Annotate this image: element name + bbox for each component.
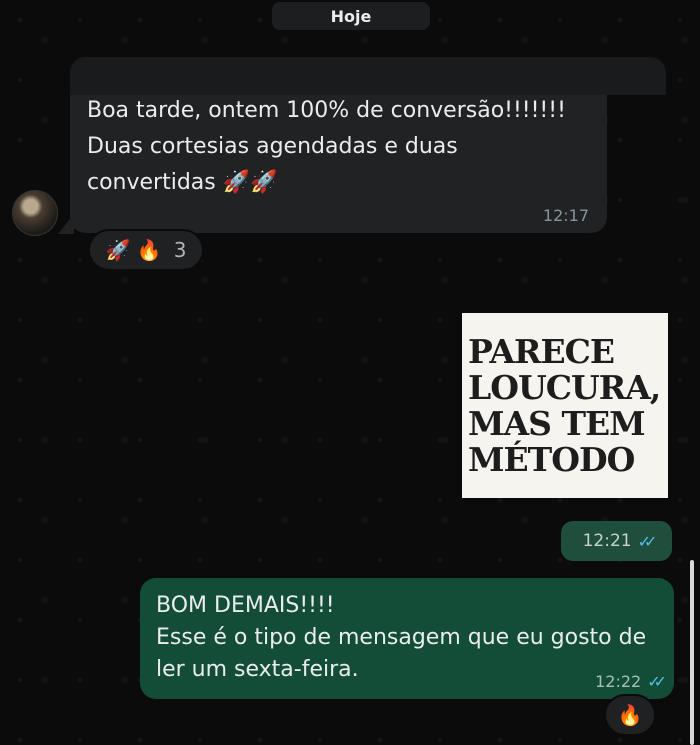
image-text-line: LOUCURA, <box>468 367 661 407</box>
outgoing-line-1: BOM DEMAIS!!!! <box>156 593 335 618</box>
incoming-message[interactable]: Boa tarde, ontem 100% de conversão!!!!!!… <box>70 57 666 233</box>
incoming-message-header <box>70 57 666 95</box>
date-separator: Hoje <box>272 2 430 30</box>
scrollbar[interactable] <box>690 560 694 745</box>
image-text-line: PARECE <box>468 331 615 371</box>
outgoing-message-text: BOM DEMAIS!!!! Esse é o tipo de mensagem… <box>156 590 661 686</box>
image-text-line: MAS TEM <box>468 403 646 443</box>
outgoing-message-time: 12:22 <box>595 672 642 691</box>
image-text-line: MÉTODO <box>468 439 635 479</box>
double-check-icon: ✓✓ <box>637 531 658 551</box>
sender-avatar[interactable] <box>12 190 58 236</box>
image-message[interactable]: PARECE LOUCURA, MAS TEM MÉTODO <box>462 313 668 498</box>
outgoing-line-2: Esse é o tipo de mensagem que eu gosto d… <box>156 625 647 682</box>
reaction-count: 3 <box>173 238 187 262</box>
image-message-time: 12:21 ✓✓ <box>561 521 672 561</box>
double-check-icon: ✓✓ <box>647 672 667 691</box>
incoming-message-time: 12:17 <box>542 206 589 225</box>
date-label: Hoje <box>330 6 372 26</box>
reaction-emojis: 🚀 🔥 <box>105 238 162 262</box>
image-time: 12:21 <box>582 531 632 551</box>
fire-icon: 🔥 <box>617 703 643 727</box>
outgoing-message-meta: 12:22 ✓✓ <box>595 672 667 691</box>
outgoing-message[interactable]: BOM DEMAIS!!!! Esse é o tipo de mensagem… <box>140 578 674 699</box>
outgoing-reaction[interactable]: 🔥 <box>604 694 656 736</box>
incoming-reactions[interactable]: 🚀 🔥 3 <box>88 229 204 271</box>
incoming-message-text: Boa tarde, ontem 100% de conversão!!!!!!… <box>87 98 566 195</box>
